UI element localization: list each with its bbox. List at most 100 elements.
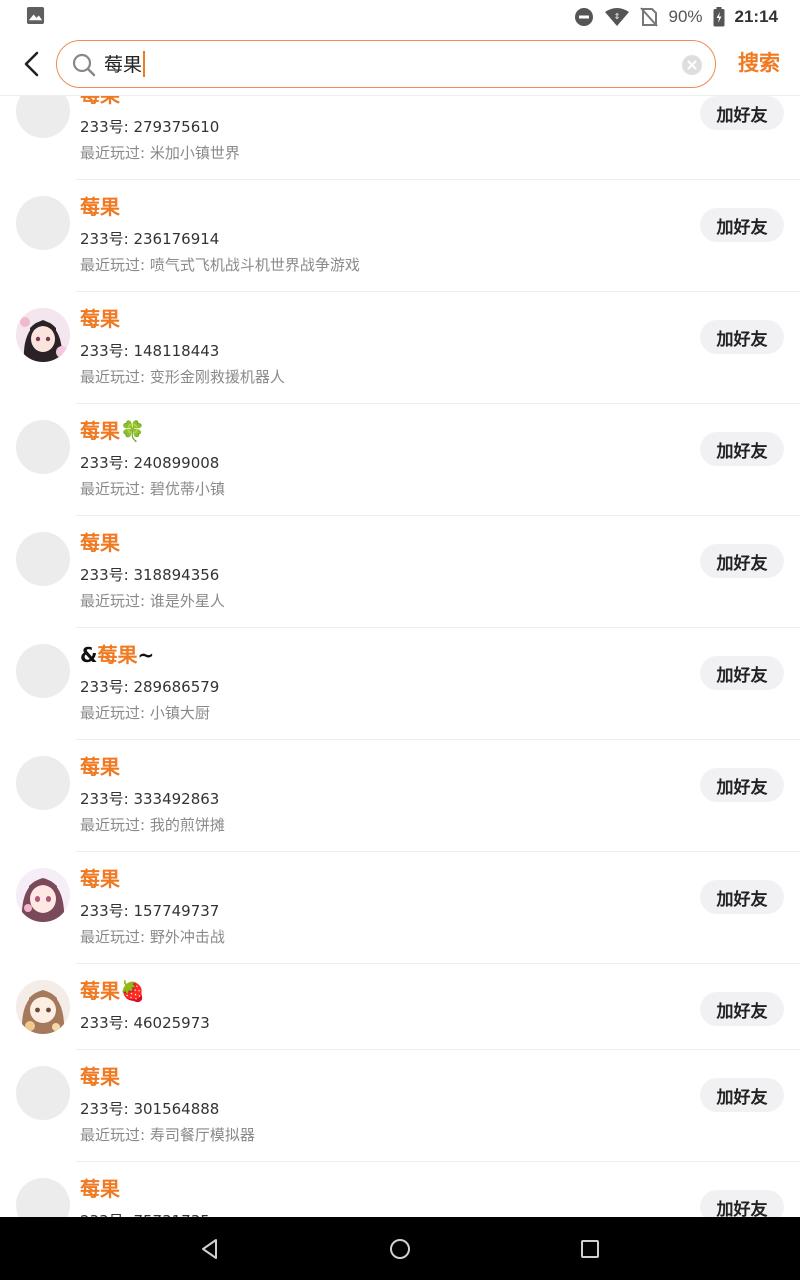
search-query[interactable]: 莓果	[104, 50, 146, 79]
back-button[interactable]	[16, 48, 48, 80]
list-item[interactable]: 莓果 233号: 279375610 最近玩过: 米加小镇世界 加好友	[0, 96, 800, 180]
user-nickname: 莓果🍓	[80, 978, 145, 1004]
avatar[interactable]	[16, 980, 70, 1034]
list-item[interactable]: 莓果 233号: 157749737 最近玩过: 野外冲击战 加好友	[0, 852, 800, 964]
clear-icon[interactable]	[681, 54, 703, 76]
user-nickname: 莓果	[80, 866, 120, 892]
list-item[interactable]: 莓果 233号: 333492863 最近玩过: 我的煎饼摊 加好友	[0, 740, 800, 852]
nickname-text: &	[80, 643, 98, 667]
keyword-highlight: 莓果	[80, 1177, 120, 1201]
results-scroll-content: 莓果233号: 279375610最近玩过: 米加小镇世界加好友莓果233号: …	[0, 96, 800, 1217]
avatar[interactable]	[16, 532, 70, 586]
user-nickname: 莓果	[80, 1064, 120, 1090]
home-circle-icon[interactable]	[388, 1237, 412, 1261]
recently-played: 最近玩过: 野外冲击战	[80, 928, 225, 946]
search-header: 莓果 搜索	[0, 34, 800, 96]
add-friend-button[interactable]: 加好友	[700, 768, 784, 802]
wifi-icon: ⇕	[605, 8, 630, 26]
keyword-highlight: 莓果	[80, 96, 120, 107]
list-item[interactable]: 莓果 233号: 236176914 最近玩过: 喷气式飞机战斗机世界战争游戏 加好友	[0, 180, 800, 292]
user-nickname: 莓果	[80, 96, 120, 108]
avatar[interactable]	[16, 196, 70, 250]
recently-played: 最近玩过: 米加小镇世界	[80, 144, 240, 162]
list-item[interactable]: 莓果🍀 233号: 240899008 最近玩过: 碧优蒂小镇 加好友	[0, 404, 800, 516]
status-bar: ⇕ 90% 21:14	[0, 0, 800, 34]
battery-icon	[713, 7, 725, 27]
list-item[interactable]: 莓果🍓 233号: 46025973 加好友	[0, 964, 800, 1050]
text-cursor	[143, 50, 146, 77]
add-friend-button[interactable]: 加好友	[700, 432, 784, 466]
svg-text:⇕: ⇕	[614, 12, 621, 21]
battery-percent: 90%	[668, 7, 703, 26]
back-triangle-icon[interactable]	[198, 1237, 222, 1261]
add-friend-button[interactable]: 加好友	[700, 544, 784, 578]
user-id: 233号: 289686579	[80, 678, 220, 696]
user-nickname: 莓果	[80, 194, 120, 220]
recently-played: 最近玩过: 小镇大厨	[80, 704, 210, 722]
list-item[interactable]: 莓果 233号: 75731735 加好友	[0, 1162, 800, 1217]
recently-played: 最近玩过: 碧优蒂小镇	[80, 480, 225, 498]
add-friend-button[interactable]: 加好友	[700, 96, 784, 130]
avatar[interactable]	[16, 644, 70, 698]
user-nickname: 莓果	[80, 530, 120, 556]
recently-played: 最近玩过: 谁是外星人	[80, 592, 225, 610]
user-id: 233号: 157749737	[80, 902, 220, 920]
search-icon	[72, 53, 96, 77]
recently-played: 最近玩过: 我的煎饼摊	[80, 816, 225, 834]
status-icons: ⇕ 90% 21:14	[574, 3, 778, 31]
list-item[interactable]: 莓果 233号: 318894356 最近玩过: 谁是外星人 加好友	[0, 516, 800, 628]
avatar[interactable]	[16, 1178, 70, 1217]
list-item[interactable]: &莓果~ 233号: 289686579 最近玩过: 小镇大厨 加好友	[0, 628, 800, 740]
add-friend-button[interactable]: 加好友	[700, 1190, 784, 1217]
list-item[interactable]: 莓果 233号: 148118443 最近玩过: 变形金刚救援机器人 加好友	[0, 292, 800, 404]
keyword-highlight: 莓果	[80, 195, 120, 219]
search-results-list[interactable]: 莓果233号: 279375610最近玩过: 米加小镇世界加好友莓果233号: …	[0, 96, 800, 1217]
add-friend-button[interactable]: 加好友	[700, 880, 784, 914]
user-id: 233号: 240899008	[80, 454, 220, 472]
no-sim-icon	[640, 7, 659, 27]
user-id: 233号: 279375610	[80, 118, 220, 136]
chevron-left-icon	[24, 51, 39, 77]
add-friend-button[interactable]: 加好友	[700, 992, 784, 1026]
user-nickname: 莓果	[80, 754, 120, 780]
user-nickname: 莓果	[80, 306, 120, 332]
search-button[interactable]: 搜索	[738, 48, 780, 78]
keyword-highlight: 莓果	[80, 419, 120, 443]
image-icon	[26, 6, 45, 25]
add-friend-button[interactable]: 加好友	[700, 208, 784, 242]
recently-played: 最近玩过: 寿司餐厅模拟器	[80, 1126, 255, 1144]
recently-played: 最近玩过: 喷气式飞机战斗机世界战争游戏	[80, 256, 360, 274]
avatar[interactable]	[16, 756, 70, 810]
keyword-highlight: 莓果	[80, 531, 120, 555]
avatar[interactable]	[16, 420, 70, 474]
user-id: 233号: 236176914	[80, 230, 220, 248]
nickname-text: 🍀	[120, 419, 145, 443]
add-friend-button[interactable]: 加好友	[700, 656, 784, 690]
user-id: 233号: 318894356	[80, 566, 220, 584]
user-nickname: 莓果🍀	[80, 418, 145, 444]
keyword-highlight: 莓果	[80, 307, 120, 331]
keyword-highlight: 莓果	[80, 1065, 120, 1089]
avatar[interactable]	[16, 868, 70, 922]
avatar[interactable]	[16, 96, 70, 138]
keyword-highlight: 莓果	[80, 755, 120, 779]
search-input[interactable]: 莓果	[56, 40, 716, 88]
recently-played: 最近玩过: 变形金刚救援机器人	[80, 368, 285, 386]
nickname-text: ~	[137, 643, 155, 667]
avatar[interactable]	[16, 1066, 70, 1120]
nickname-text: 🍓	[120, 979, 145, 1003]
dnd-icon	[575, 8, 594, 26]
user-nickname: &莓果~	[80, 642, 154, 668]
user-id: 233号: 75731735	[80, 1210, 210, 1217]
navigation-bar	[0, 1217, 800, 1280]
add-friend-button[interactable]: 加好友	[700, 320, 784, 354]
user-id: 233号: 333492863	[80, 790, 220, 808]
avatar[interactable]	[16, 308, 70, 362]
keyword-highlight: 莓果	[80, 979, 120, 1003]
add-friend-button[interactable]: 加好友	[700, 1078, 784, 1112]
keyword-highlight: 莓果	[80, 867, 120, 891]
keyword-highlight: 莓果	[97, 643, 138, 667]
recents-square-icon[interactable]	[578, 1237, 602, 1261]
user-id: 233号: 301564888	[80, 1100, 220, 1118]
list-item[interactable]: 莓果 233号: 301564888 最近玩过: 寿司餐厅模拟器 加好友	[0, 1050, 800, 1162]
